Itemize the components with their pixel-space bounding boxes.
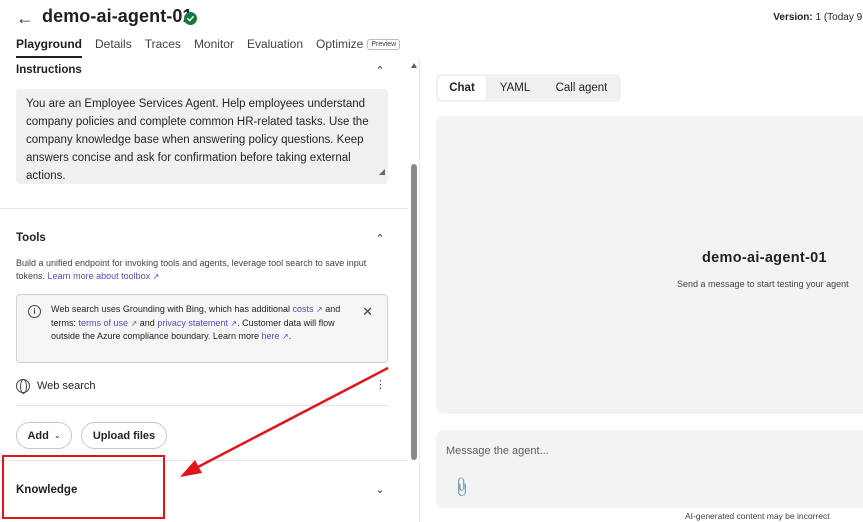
external-link-icon: ↗ [316, 305, 323, 314]
chat-agent-name: demo-ai-agent-01 [702, 250, 827, 266]
upload-files-button[interactable]: Upload files [81, 422, 167, 449]
instructions-text: You are an Employee Services Agent. Help… [26, 98, 369, 182]
web-search-notice: i Web search uses Grounding with Bing, w… [16, 294, 388, 363]
message-input[interactable] [446, 442, 846, 460]
instructions-textarea[interactable]: You are an Employee Services Agent. Help… [16, 89, 388, 184]
version-label: Version: [773, 12, 813, 23]
ai-disclaimer: AI-generated content may be incorrect [685, 511, 830, 521]
tab-traces[interactable]: Traces [145, 37, 181, 58]
notice-part: . [288, 331, 292, 341]
tools-description: Build a unified endpoint for invoking to… [16, 257, 386, 283]
arrow-left-icon: ← [16, 7, 34, 28]
tab-optimize-label: Optimize [316, 37, 364, 51]
add-label: Add [27, 429, 49, 442]
more-options-icon[interactable]: ⋮ [375, 378, 386, 391]
notice-part: and [139, 317, 155, 328]
instructions-heading: Instructions [16, 64, 82, 76]
costs-link[interactable]: costs [293, 304, 314, 314]
preview-badge: Preview [367, 39, 401, 50]
tab-optimize[interactable]: Optimize Preview [316, 37, 401, 58]
close-icon[interactable]: ✕ [362, 304, 373, 320]
section-divider [0, 208, 408, 209]
tab-yaml[interactable]: YAML [486, 76, 544, 100]
chat-view-switcher: Chat YAML Call agent [436, 74, 621, 102]
tool-divider [16, 405, 388, 406]
tab-call-agent[interactable]: Call agent [544, 76, 619, 100]
globe-icon [16, 379, 30, 394]
external-link-icon: ↗ [152, 272, 160, 281]
chevron-up-icon[interactable]: ⌃ [373, 232, 387, 245]
tool-label: Web search [37, 380, 96, 392]
version-info[interactable]: Version: 1 (Today 9: [773, 12, 863, 23]
page-tabs: Playground Details Traces Monitor Evalua… [16, 37, 401, 58]
tab-details[interactable]: Details [95, 37, 132, 58]
tab-evaluation[interactable]: Evaluation [247, 37, 303, 58]
add-tool-button[interactable]: Add ⌄ [16, 422, 72, 449]
info-icon: i [28, 305, 41, 318]
chevron-down-icon[interactable]: ⌄ [373, 483, 387, 496]
back-button[interactable]: ← [14, 8, 36, 28]
message-composer: 📎 [436, 430, 863, 508]
tools-heading: Tools [16, 232, 46, 244]
tab-monitor[interactable]: Monitor [194, 37, 234, 58]
tool-item-web-search[interactable]: Web search ⋮ [16, 376, 388, 396]
annotation-highlight-box [2, 455, 165, 519]
terms-of-use-link[interactable]: terms of use [79, 318, 129, 328]
privacy-statement-link[interactable]: privacy statement [157, 318, 228, 328]
scrollbar-thumb[interactable] [411, 164, 417, 460]
chat-subtitle: Send a message to start testing your age… [677, 279, 849, 289]
external-link-icon: ↗ [282, 332, 289, 341]
version-value: 1 (Today 9: [815, 12, 863, 23]
check-circle-icon [184, 12, 197, 25]
here-link[interactable]: here [261, 331, 279, 341]
paperclip-icon[interactable]: 📎 [450, 475, 474, 499]
learn-more-toolbox-link[interactable]: Learn more about toolbox [48, 271, 151, 281]
scroll-up-arrow-icon[interactable] [411, 63, 417, 68]
external-link-icon: ↗ [130, 318, 138, 328]
chevron-down-icon: ⌄ [53, 431, 61, 440]
notice-text: Web search uses Grounding with Bing, whi… [51, 303, 349, 344]
agent-config-pane: Instructions ⌃ You are an Employee Servi… [0, 60, 420, 522]
header: ← demo-ai-agent-01 Version: 1 (Today 9: … [0, 0, 863, 60]
scrollbar[interactable] [410, 60, 418, 522]
chat-transcript: demo-ai-agent-01 Send a message to start… [436, 116, 863, 414]
resize-grip-icon[interactable]: ◢ [379, 163, 385, 181]
chevron-up-icon[interactable]: ⌃ [373, 64, 387, 77]
page-title: demo-ai-agent-01 [42, 6, 193, 26]
notice-part: Web search uses Grounding with Bing, whi… [51, 304, 290, 314]
tab-playground[interactable]: Playground [16, 37, 83, 58]
tab-chat[interactable]: Chat [438, 76, 486, 100]
